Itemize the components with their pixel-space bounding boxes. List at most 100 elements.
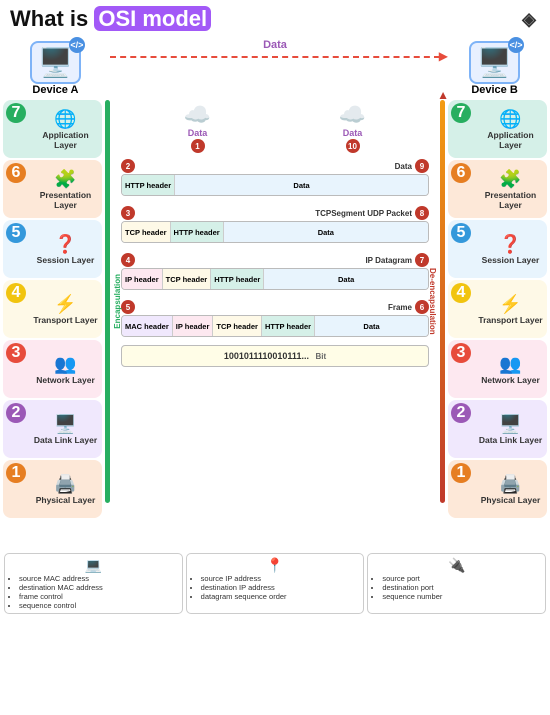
info-box-1: 📍source IP addressdestination IP address… xyxy=(186,553,365,614)
packet-bar-2: IP headerTCP headerHTTP headerData xyxy=(121,268,429,290)
packets-area: 2Data9HTTP headerData3TCPSegment UDP Pac… xyxy=(105,159,445,337)
step-4: 5 xyxy=(121,300,135,314)
layer-name-5: Session Layer xyxy=(482,255,540,265)
center-area: Encapsulation De-encapsulation ▲ ☁️ Data… xyxy=(105,100,445,553)
packet-row-2: 4IP Datagram7IP headerTCP headerHTTP hea… xyxy=(121,253,429,290)
cloud-left: ☁️ Data 1 xyxy=(184,102,211,153)
left-layer-2: 2 🖥️ Data Link Layer xyxy=(3,400,102,458)
layer-num-7: 7 xyxy=(451,103,471,123)
info-list-2: source portdestination portsequence numb… xyxy=(372,574,541,601)
right-layer-1: 1🖨️Physical Layer xyxy=(448,460,547,518)
pkt-cell-ip-header: IP header xyxy=(122,269,163,289)
title-prefix: What is xyxy=(10,6,94,31)
right-layer-7: 7 🌐 Application Layer xyxy=(448,100,547,158)
left-layer-1: 1🖨️Physical Layer xyxy=(3,460,102,518)
layer-num-3: 3 xyxy=(6,343,26,363)
brand-logo: ◈ xyxy=(522,9,540,30)
header: What is OSI model ◈ xyxy=(0,0,550,34)
right-layers: 7🌐Application Layer6🧩Presentation Layer5… xyxy=(445,100,550,553)
step-6: 6 xyxy=(415,300,429,314)
packet-label-3: Frame xyxy=(135,303,415,312)
left-layer-6: 6🧩Presentation Layer xyxy=(3,160,102,218)
layer-num-6: 6 xyxy=(451,163,471,183)
step-1: 1 xyxy=(191,139,205,153)
packet-bar-0: HTTP headerData xyxy=(121,174,429,196)
bit-label: Bit xyxy=(315,352,326,361)
left-layer-3: 3👥Network Layer xyxy=(3,340,102,398)
layer-name-6: Presentation Layer xyxy=(478,190,543,210)
step-2: 3 xyxy=(121,206,135,220)
step-3: 4 xyxy=(121,253,135,267)
pkt-cell-tcp-header: TCP header xyxy=(122,222,171,242)
pkt-cell-mac-header: MAC header xyxy=(122,316,173,336)
info-icon-2: 🔌 xyxy=(372,557,541,574)
pkt-cell-http-header: HTTP header xyxy=(122,175,175,195)
layer-name-1: Physical Layer xyxy=(36,495,96,505)
pkt-cell-tcp-header: TCP header xyxy=(163,269,212,289)
right-layer-6: 6🧩Presentation Layer xyxy=(448,160,547,218)
cloud-right: ☁️ Data 10 xyxy=(339,102,366,153)
layer-name-1: Physical Layer xyxy=(481,495,541,505)
step-10: 10 xyxy=(346,139,360,153)
layer-num-3: 3 xyxy=(451,343,471,363)
layer-name-7: Application Layer xyxy=(478,130,543,150)
pkt-cell-ip-header: IP header xyxy=(173,316,214,336)
layer-num-2: 2 xyxy=(6,403,26,423)
info-list-0: source MAC addressdestination MAC addres… xyxy=(9,574,178,610)
info-list-item: datagram sequence order xyxy=(201,592,360,601)
layer-num-4: 4 xyxy=(451,283,471,303)
packet-bar-3: MAC headerIP headerTCP headerHTTP header… xyxy=(121,315,429,337)
layer-emoji-4: ⚡ xyxy=(54,295,76,313)
device-b-icon: 🖥️ </> xyxy=(469,41,520,84)
right-layer-4: 4⚡Transport Layer xyxy=(448,280,547,338)
info-box-2: 🔌source portdestination portsequence num… xyxy=(367,553,546,614)
info-icon-0: 💻 xyxy=(9,557,178,574)
right-layer-5: 5 ❓ Session Layer xyxy=(448,220,547,278)
device-a-badge: </> xyxy=(69,37,85,53)
layer-emoji-5: ❓ xyxy=(54,235,76,253)
layer-emoji-2: 🖥️ xyxy=(499,415,521,433)
pkt-cell-http-header: HTTP header xyxy=(211,269,264,289)
device-a-icon: 🖥️ </> xyxy=(30,41,81,84)
step-8: 8 xyxy=(415,206,429,220)
info-list-item: destination IP address xyxy=(201,583,360,592)
page-title: What is OSI model xyxy=(10,6,211,32)
packet-bar-1: TCP headerHTTP headerData xyxy=(121,221,429,243)
info-list-item: sequence control xyxy=(19,601,178,610)
info-list-1: source IP addressdestination IP addressd… xyxy=(191,574,360,601)
bit-row-container: 1001011110010111... Bit xyxy=(105,345,445,367)
main-content: 7🌐Application Layer6🧩Presentation Layer5… xyxy=(0,96,550,553)
brand-icon: ◈ xyxy=(522,9,536,30)
devices-row: 🖥️ </> Device A Data 🖥️ </> Device B xyxy=(0,34,550,96)
right-layer-3: 3👥Network Layer xyxy=(448,340,547,398)
packet-label-2: IP Datagram xyxy=(135,256,415,265)
layer-name-2: Data Link Layer xyxy=(34,435,97,445)
layer-emoji-2: 🖥️ xyxy=(54,415,76,433)
layer-emoji-6: 🧩 xyxy=(54,170,76,188)
layer-num-6: 6 xyxy=(6,163,26,183)
data-label-top: Data xyxy=(263,39,287,51)
device-arrow xyxy=(110,56,440,58)
layer-emoji-7: 🌐 xyxy=(54,110,76,128)
bit-row: 1001011110010111... Bit xyxy=(121,345,429,367)
layer-emoji-3: 👥 xyxy=(54,355,76,373)
layer-num-4: 4 xyxy=(6,283,26,303)
device-a-label: Device A xyxy=(32,84,78,96)
packet-row-0: 2Data9HTTP headerData xyxy=(121,159,429,196)
layer-emoji-5: ❓ xyxy=(499,235,521,253)
layer-num-7: 7 xyxy=(6,103,26,123)
left-layers: 7🌐Application Layer6🧩Presentation Layer5… xyxy=(0,100,105,553)
layer-num-5: 5 xyxy=(6,223,26,243)
layer-emoji-7: 🌐 xyxy=(499,110,521,128)
layer-num-1: 1 xyxy=(6,463,26,483)
layer-name-4: Transport Layer xyxy=(478,315,542,325)
info-box-0: 💻source MAC addressdestination MAC addre… xyxy=(4,553,183,614)
device-a: 🖥️ </> Device A xyxy=(30,41,81,96)
layer-name-3: Network Layer xyxy=(481,375,540,385)
layer-name-2: Data Link Layer xyxy=(479,435,542,445)
layer-num-5: 5 xyxy=(451,223,471,243)
pkt-cell-data: Data xyxy=(175,175,428,195)
title-highlight: OSI model xyxy=(94,6,211,31)
packet-row-1: 3TCPSegment UDP Packet8TCP headerHTTP he… xyxy=(121,206,429,243)
info-list-item: source IP address xyxy=(201,574,360,583)
